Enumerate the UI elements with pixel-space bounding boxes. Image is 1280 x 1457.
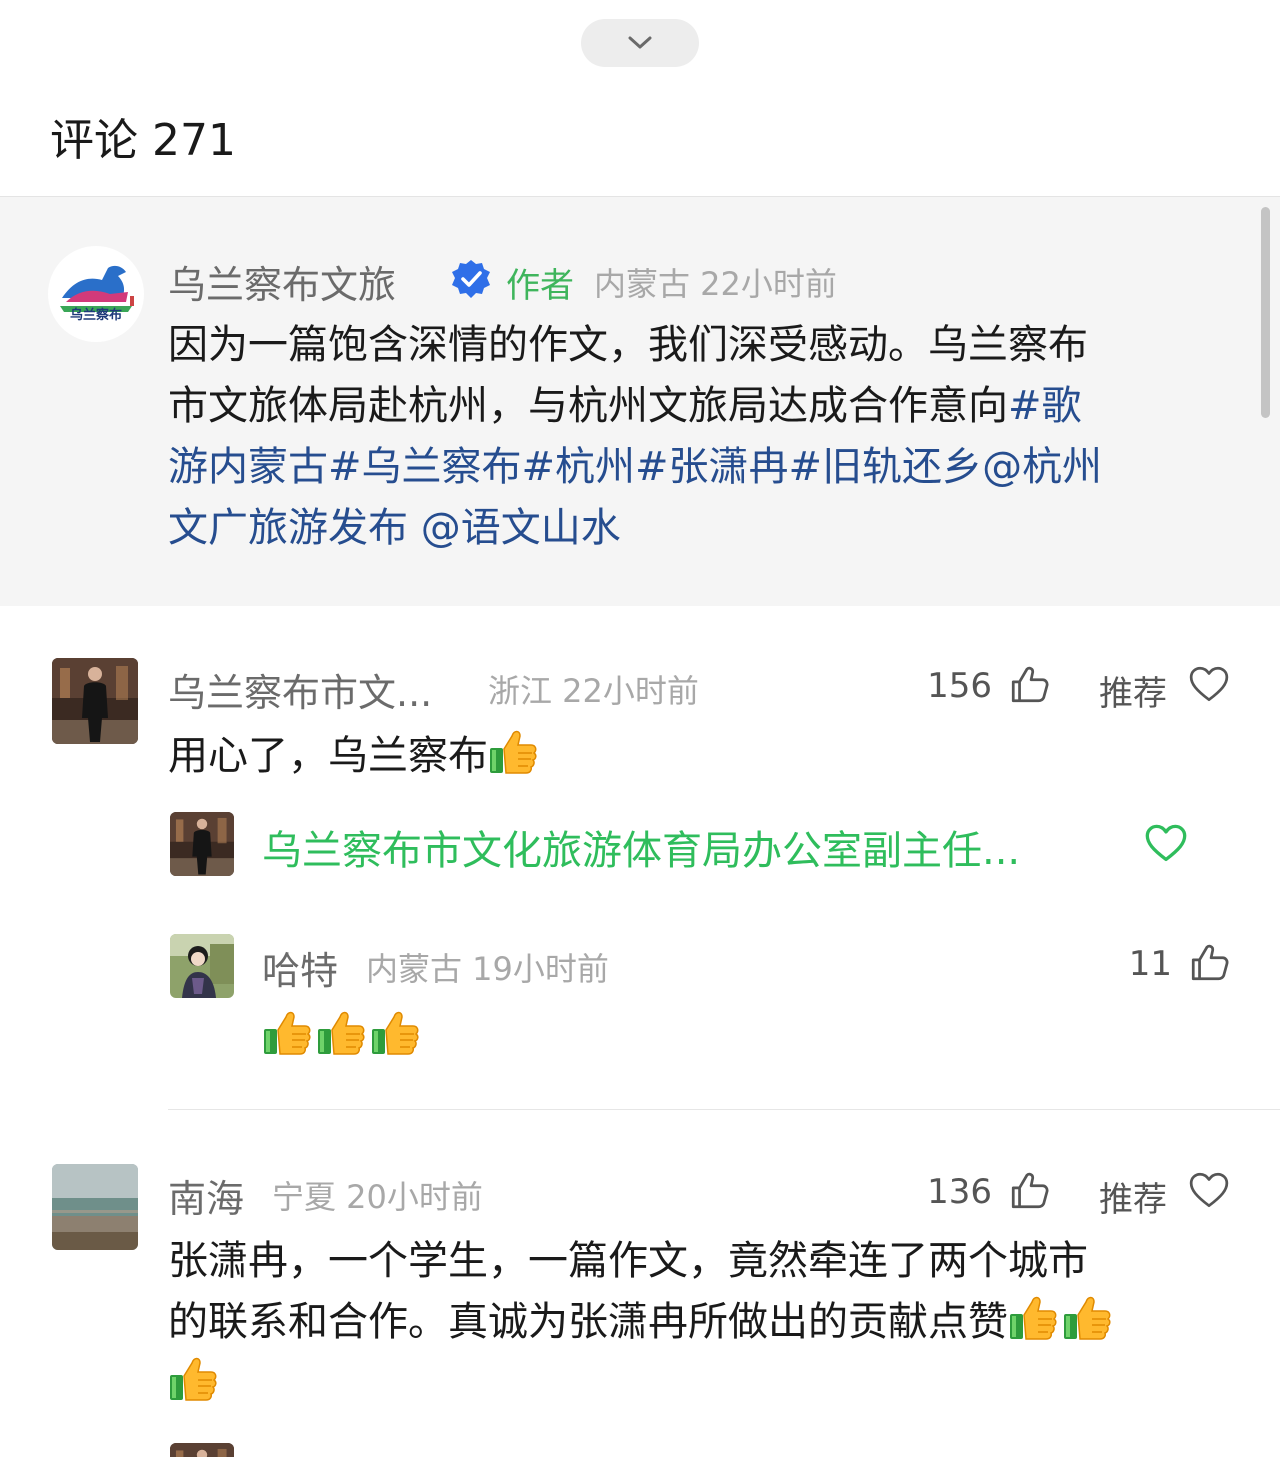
thumbs-up-emoji-icon [1008, 1293, 1058, 1341]
thumbs-up-emoji-icon [168, 1354, 218, 1402]
avatar[interactable]: 乌兰察布 [48, 246, 144, 342]
avatar-photo [170, 934, 234, 998]
emoji-row [262, 1008, 420, 1060]
recommend-label[interactable]: 推荐 [1099, 1172, 1167, 1221]
mention-link[interactable]: 文广旅游发布 @语文山水 [168, 498, 1248, 559]
like-count: 11 [1128, 944, 1172, 984]
mention-link[interactable]: @杭州 [982, 444, 1102, 490]
comments-title: 评论 271 [50, 115, 236, 166]
avatar-photo [52, 658, 138, 744]
avatar-photo [170, 1443, 234, 1457]
topic-link[interactable]: #乌兰察布 [328, 444, 522, 490]
thumbs-up-outline-icon[interactable] [1008, 1170, 1050, 1212]
topic-link[interactable]: #杭州 [522, 444, 636, 490]
commenter-name[interactable]: 南海 [168, 1168, 244, 1223]
location-time: 浙江 22小时前 [488, 672, 699, 710]
thumbs-up-outline-icon[interactable] [1008, 664, 1050, 706]
thumbs-up-emoji-icon [262, 1008, 312, 1056]
author-name[interactable]: 乌兰察布文旅 [168, 254, 396, 309]
logo-icon: 乌兰察布 [60, 265, 134, 323]
heart-outline-icon[interactable] [1188, 1170, 1230, 1212]
location-time: 内蒙古 19小时前 [366, 950, 609, 988]
chevron-down-icon [628, 36, 652, 49]
avatar[interactable] [170, 812, 234, 876]
pinned-comment-text: 因为一篇饱含深情的作文，我们深受感动。乌兰察布 市文旅体局赴杭州，与杭州文旅局达… [168, 315, 1248, 559]
like-count: 156 [927, 666, 992, 706]
avatar[interactable] [170, 934, 234, 998]
avatar[interactable] [52, 658, 138, 744]
avatar[interactable] [52, 1164, 138, 1250]
avatar-photo [170, 812, 234, 876]
thumbs-up-emoji-icon [488, 727, 538, 775]
comment-text: 张潇冉，一个学生，一篇作文，竟然牵连了两个城市 的联系和合作。真诚为张潇冉所做出… [168, 1231, 1258, 1414]
like-count: 136 [927, 1172, 992, 1212]
scrollbar[interactable] [1261, 207, 1270, 418]
thumbs-up-emoji-icon [370, 1008, 420, 1056]
comment-text: 用心了，乌兰察布 [168, 726, 1248, 787]
topic-link[interactable]: #旧轨还乡 [789, 444, 983, 490]
svg-text:乌兰察布: 乌兰察布 [70, 307, 122, 323]
location-time: 宁夏 20小时前 [272, 1178, 483, 1216]
thumbs-up-emoji-icon [316, 1008, 366, 1056]
collapse-handle[interactable] [581, 19, 699, 67]
topic-link[interactable]: #歌 [1008, 383, 1082, 429]
topic-link[interactable]: 游内蒙古 [168, 444, 328, 490]
location-time: 内蒙古 22小时前 [594, 265, 837, 303]
divider [168, 1109, 1280, 1110]
verified-badge-icon [452, 260, 490, 298]
reply-summary[interactable]: 乌兰察布市文化旅游体育局办公室副主任... [262, 818, 1020, 876]
heart-outline-icon[interactable] [1188, 664, 1230, 706]
topic-link[interactable]: #张潇冉 [635, 444, 789, 490]
avatar[interactable] [170, 1443, 234, 1457]
commenter-name[interactable]: 乌兰察布市文... [168, 662, 432, 717]
heart-outline-icon[interactable] [1144, 822, 1188, 866]
thumbs-up-outline-icon[interactable] [1188, 942, 1230, 984]
thumbs-up-emoji-icon [1062, 1293, 1112, 1341]
recommend-label[interactable]: 推荐 [1099, 666, 1167, 715]
author-tag: 作者 [506, 266, 574, 306]
avatar-photo [52, 1164, 138, 1250]
commenter-name[interactable]: 哈特 [262, 940, 338, 995]
